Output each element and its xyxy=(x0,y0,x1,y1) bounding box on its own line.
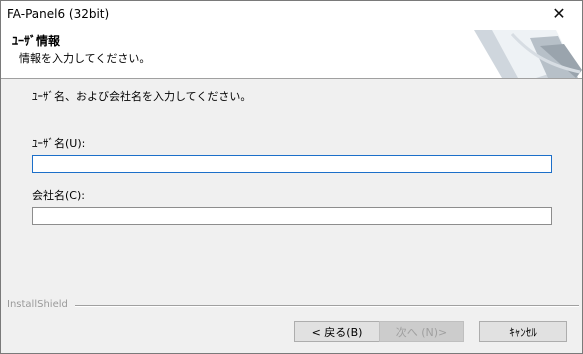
user-name-input[interactable] xyxy=(32,155,552,173)
installer-window: FA-Panel6 (32bit) ✕ ﾕｰｻﾞ情報 情報を入力してください。 … xyxy=(0,0,583,354)
company-name-label: 会社名(C): xyxy=(32,189,85,202)
content-panel: ﾕｰｻﾞ名、および会社名を入力してください。 ﾕｰｻﾞ名(U): 会社名(C): xyxy=(1,79,582,309)
instruction-text: ﾕｰｻﾞ名、および会社名を入力してください。 xyxy=(32,90,252,103)
next-button[interactable]: 次へ (N)> xyxy=(379,321,464,342)
title-bar: FA-Panel6 (32bit) ✕ xyxy=(1,1,582,26)
window-title: FA-Panel6 (32bit) xyxy=(7,7,110,21)
header-title: ﾕｰｻﾞ情報 xyxy=(12,34,61,48)
user-name-label: ﾕｰｻﾞ名(U): xyxy=(32,137,86,150)
footer: InstallShield < 戻る(B) 次へ (N)> ｷｬﾝｾﾙ xyxy=(1,293,582,353)
wizard-header: ﾕｰｻﾞ情報 情報を入力してください。 xyxy=(1,26,582,79)
back-button[interactable]: < 戻る(B) xyxy=(294,321,380,342)
header-banner-icon xyxy=(474,30,582,78)
header-subtitle: 情報を入力してください。 xyxy=(19,52,151,65)
cancel-button[interactable]: ｷｬﾝｾﾙ xyxy=(479,321,567,342)
footer-divider xyxy=(75,305,579,307)
company-name-input[interactable] xyxy=(32,207,552,225)
close-icon[interactable]: ✕ xyxy=(536,1,582,26)
installshield-brand: InstallShield xyxy=(7,299,68,310)
